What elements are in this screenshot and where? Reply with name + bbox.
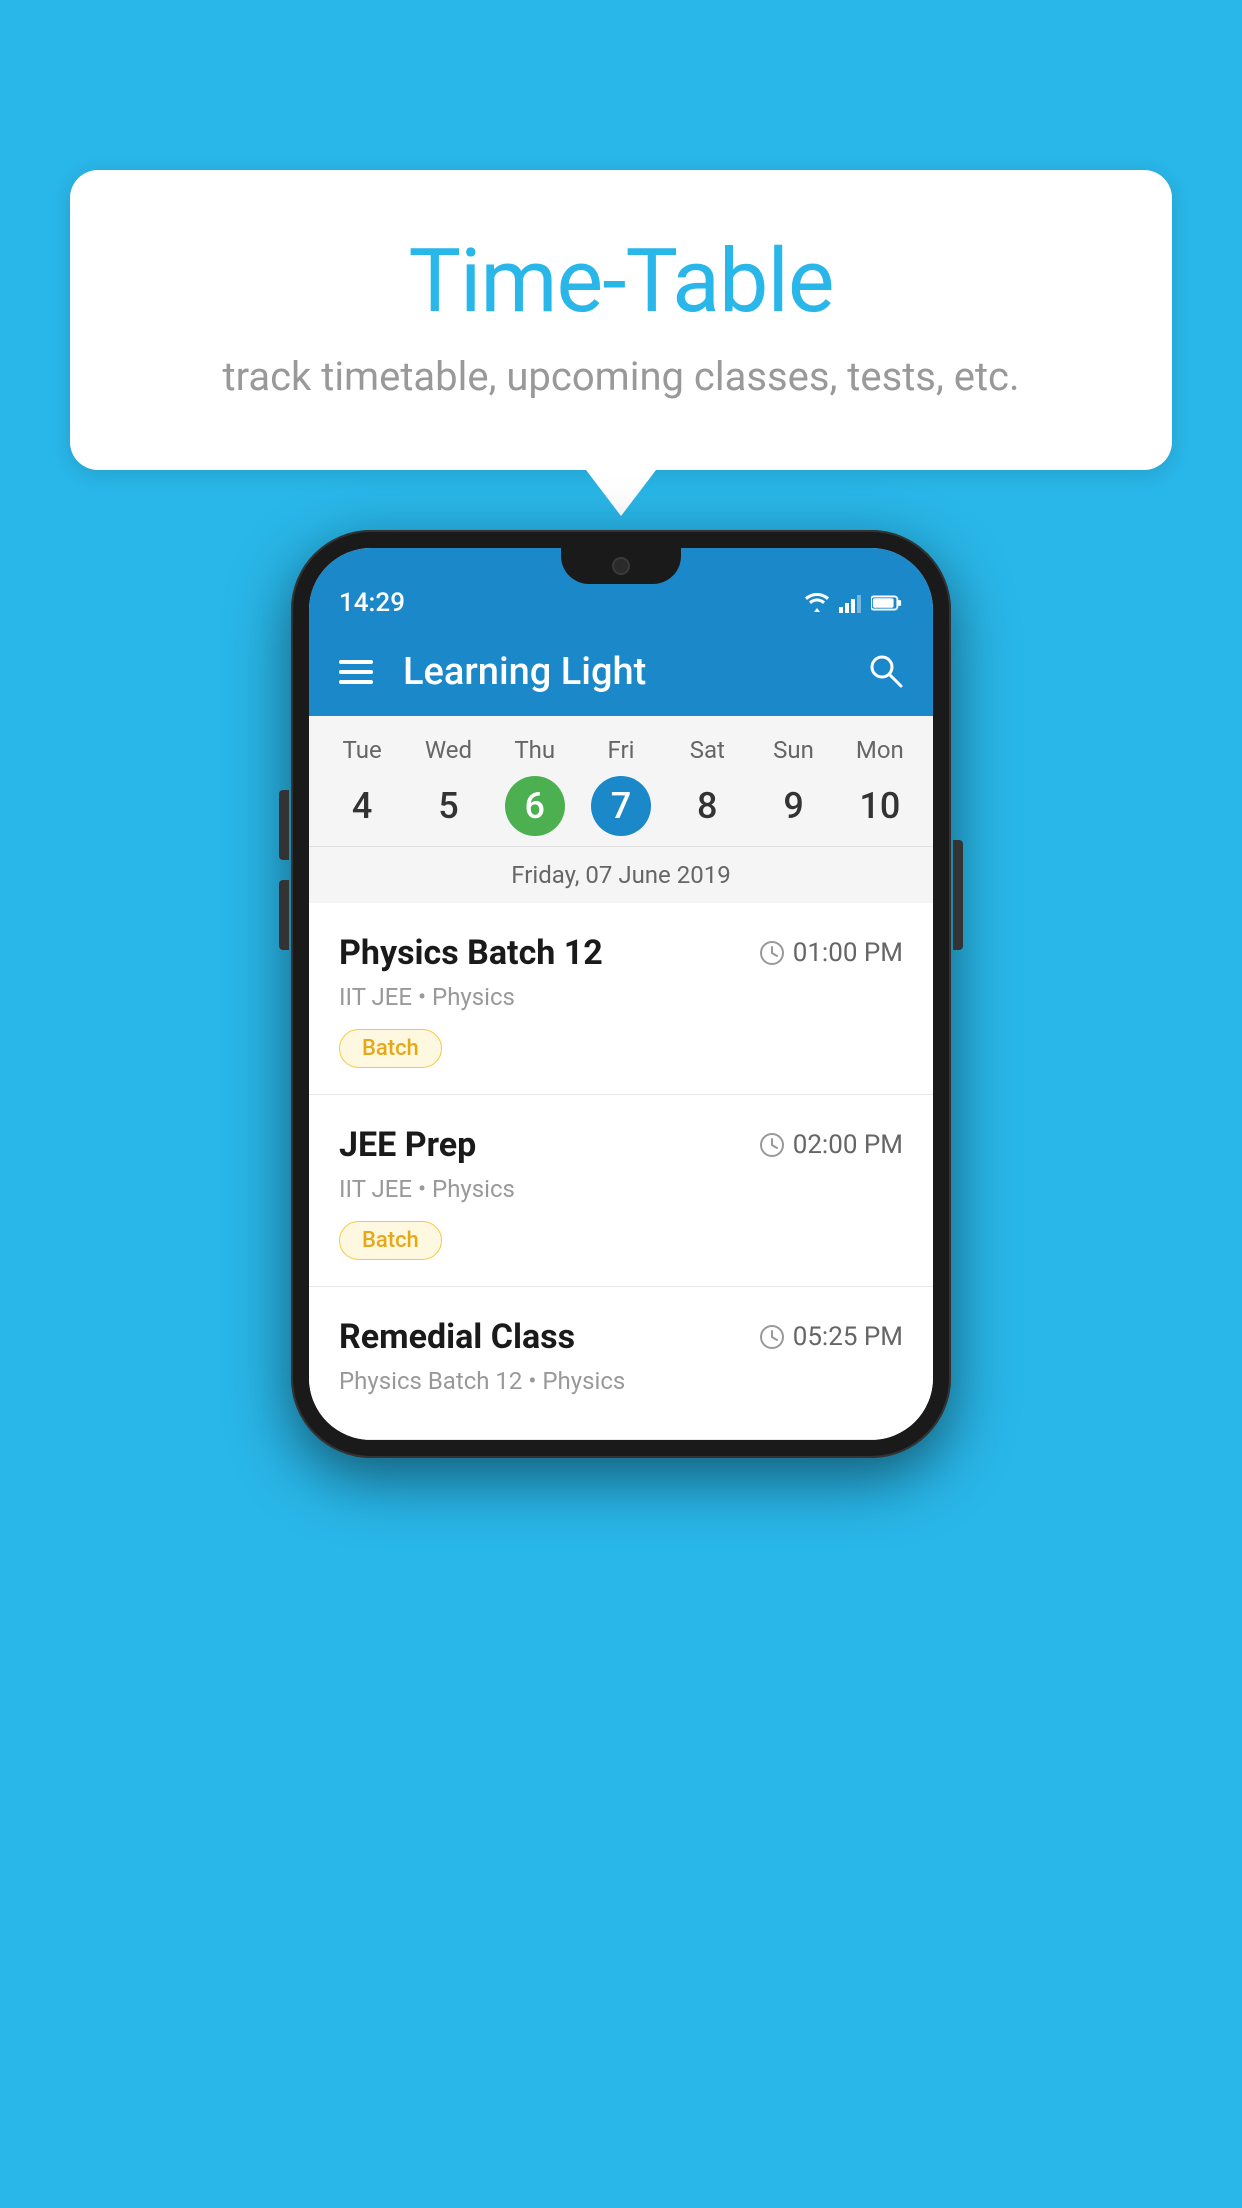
speech-bubble-subtitle: track timetable, upcoming classes, tests… — [120, 353, 1122, 400]
speech-bubble-card: Time-Table track timetable, upcoming cla… — [70, 170, 1172, 470]
day-name: Thu — [492, 736, 578, 764]
calendar: Tue 4 Wed 5 Thu 6 Fri 7 Sat 8 Sun 9 Mon 10 Friday, 07… — [309, 716, 933, 903]
schedule-item-time: 02:00 PM — [759, 1130, 903, 1160]
day-name: Fri — [578, 736, 664, 764]
phone-mockup: 14:29 — [291, 530, 951, 1458]
schedule-item[interactable]: JEE Prep 02:00 PM IIT JEE • Physics Batc… — [309, 1095, 933, 1287]
battery-icon — [871, 594, 903, 612]
day-number[interactable]: 6 — [505, 776, 565, 836]
phone-camera — [612, 557, 630, 575]
day-name: Sun — [750, 736, 836, 764]
speech-bubble-title: Time-Table — [120, 230, 1122, 333]
batch-badge: Batch — [339, 1221, 442, 1260]
calendar-days-header: Tue 4 Wed 5 Thu 6 Fri 7 Sat 8 Sun 9 Mon 10 — [309, 716, 933, 846]
clock-icon — [759, 1324, 785, 1350]
day-number[interactable]: 4 — [332, 776, 392, 836]
hamburger-menu-icon[interactable] — [339, 660, 373, 684]
schedule-item-name: Physics Batch 12 — [339, 933, 603, 973]
clock-icon — [759, 940, 785, 966]
schedule-item[interactable]: Remedial Class 05:25 PM Physics Batch 12… — [309, 1287, 933, 1440]
clock-icon — [759, 1132, 785, 1158]
schedule-item-meta: IIT JEE • Physics — [339, 1175, 903, 1203]
schedule-item-name: JEE Prep — [339, 1125, 476, 1165]
schedule-item-meta: IIT JEE • Physics — [339, 983, 903, 1011]
schedule-item-time: 05:25 PM — [759, 1322, 903, 1352]
calendar-day-col[interactable]: Sat 8 — [664, 736, 750, 836]
calendar-day-col[interactable]: Wed 5 — [405, 736, 491, 836]
schedule-item-name: Remedial Class — [339, 1317, 575, 1357]
calendar-day-col[interactable]: Tue 4 — [319, 736, 405, 836]
calendar-day-col[interactable]: Thu 6 — [492, 736, 578, 836]
schedule-item-header: Remedial Class 05:25 PM — [339, 1317, 903, 1357]
status-time: 14:29 — [339, 588, 405, 618]
search-button[interactable] — [867, 652, 903, 692]
status-icons — [803, 593, 903, 613]
day-name: Tue — [319, 736, 405, 764]
phone-screen: 14:29 — [309, 548, 933, 1440]
schedule-item-header: Physics Batch 12 01:00 PM — [339, 933, 903, 973]
calendar-day-col[interactable]: Fri 7 — [578, 736, 664, 836]
wifi-icon — [803, 593, 831, 613]
day-name: Mon — [837, 736, 923, 764]
signal-icon — [839, 593, 863, 613]
phone-outer: 14:29 — [291, 530, 951, 1458]
schedule-item-header: JEE Prep 02:00 PM — [339, 1125, 903, 1165]
schedule-item-meta: Physics Batch 12 • Physics — [339, 1367, 903, 1395]
app-title: Learning Light — [403, 650, 837, 694]
batch-badge: Batch — [339, 1029, 442, 1068]
schedule-item[interactable]: Physics Batch 12 01:00 PM IIT JEE • Phys… — [309, 903, 933, 1095]
day-number[interactable]: 5 — [418, 776, 478, 836]
schedule-list: Physics Batch 12 01:00 PM IIT JEE • Phys… — [309, 903, 933, 1440]
day-number[interactable]: 9 — [764, 776, 824, 836]
calendar-day-col[interactable]: Mon 10 — [837, 736, 923, 836]
day-number[interactable]: 8 — [677, 776, 737, 836]
calendar-selected-date: Friday, 07 June 2019 — [309, 846, 933, 903]
day-name: Sat — [664, 736, 750, 764]
day-number[interactable]: 10 — [850, 776, 910, 836]
day-name: Wed — [405, 736, 491, 764]
schedule-item-time: 01:00 PM — [759, 938, 903, 968]
app-bar: Learning Light — [309, 628, 933, 716]
day-number[interactable]: 7 — [591, 776, 651, 836]
phone-notch — [561, 548, 681, 584]
calendar-day-col[interactable]: Sun 9 — [750, 736, 836, 836]
